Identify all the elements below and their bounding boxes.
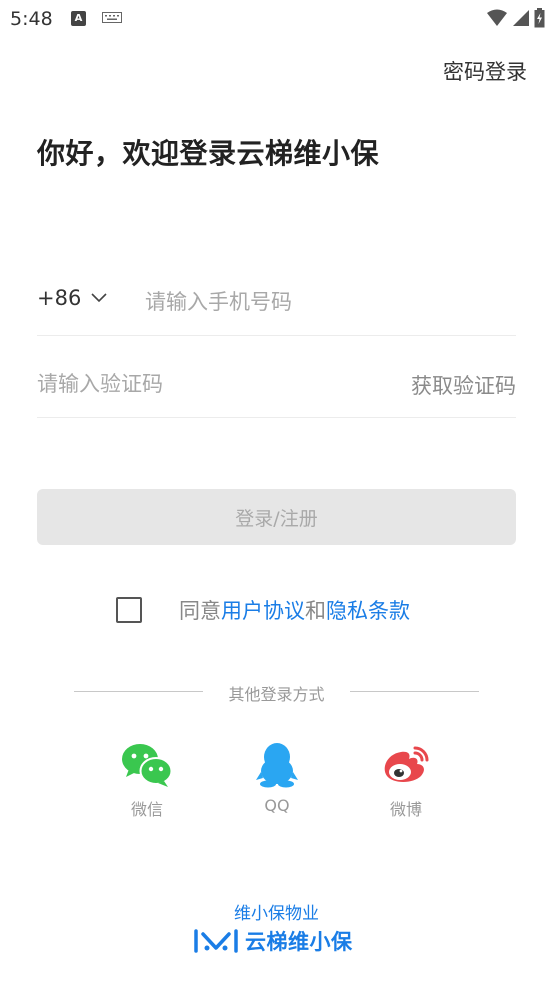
footer-logo: 云梯维小保 [193, 926, 353, 956]
weibo-login-button[interactable]: 微博 [366, 742, 446, 820]
brand-logo-icon [194, 929, 238, 953]
signal-icon [513, 10, 529, 26]
password-login-link[interactable]: 密码登录 [443, 56, 527, 86]
status-time: 5:48 [10, 8, 53, 30]
page-title: 你好，欢迎登录云梯维小保 [37, 137, 380, 170]
login-register-button[interactable]: 登录/注册 [37, 489, 516, 545]
wifi-icon [487, 9, 507, 26]
footer-subtitle: 维小保物业 [234, 904, 319, 924]
qq-login-button[interactable]: QQ [237, 742, 317, 815]
other-login-divider: 其他登录方式 [74, 680, 479, 704]
country-code-value: +86 [37, 286, 82, 310]
qq-label: QQ [264, 796, 290, 815]
status-right-icons [486, 8, 545, 28]
agreement-row: 同意 用户协议 和 隐私条款 [116, 594, 410, 626]
verification-row: 获取验证码 [37, 350, 516, 418]
status-bar: 5:48 A [0, 0, 553, 38]
divider-line-right [350, 691, 479, 692]
qq-icon [256, 743, 298, 788]
phone-input[interactable] [145, 282, 505, 322]
footer-logo-text: 云梯维小保 [245, 930, 353, 954]
user-agreement-link[interactable]: 用户协议 [221, 595, 305, 625]
agreement-checkbox[interactable] [116, 597, 142, 623]
agreement-conjunction: 和 [305, 599, 326, 623]
verification-code-input[interactable] [37, 364, 337, 404]
wechat-label: 微信 [130, 800, 163, 819]
weibo-icon [384, 746, 429, 782]
weibo-label: 微博 [389, 800, 422, 819]
phone-row: +86 [37, 268, 516, 336]
wechat-icon [122, 744, 173, 787]
keyboard-icon [102, 12, 122, 23]
other-login-label: 其他登录方式 [228, 685, 325, 704]
agreement-prefix: 同意 [179, 599, 221, 623]
privacy-terms-link[interactable]: 隐私条款 [326, 595, 410, 625]
get-code-button[interactable]: 获取验证码 [411, 370, 516, 400]
chevron-down-icon [91, 293, 107, 303]
battery-charging-icon [534, 8, 545, 28]
country-code-selector[interactable]: +86 [37, 286, 107, 310]
a-notification-icon: A [71, 11, 86, 26]
wechat-login-button[interactable]: 微信 [107, 742, 187, 820]
